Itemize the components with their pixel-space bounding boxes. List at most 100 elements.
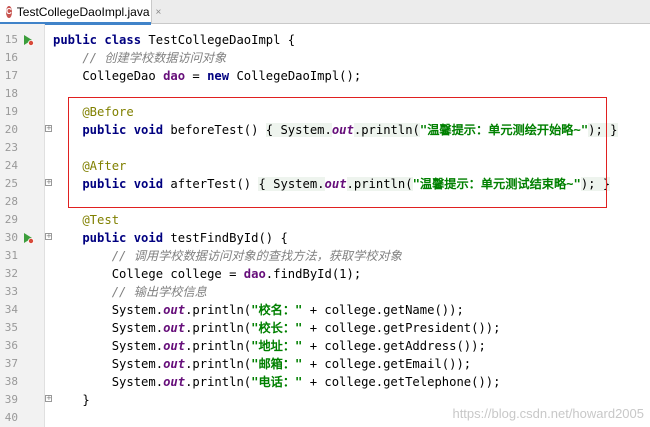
code-token: "电话：" bbox=[251, 375, 303, 389]
code-token: out bbox=[163, 339, 186, 353]
code-line[interactable]: 33 // 输出学校信息 bbox=[0, 283, 650, 301]
line-number: 37 bbox=[4, 357, 18, 370]
code-line[interactable]: 24 @After bbox=[0, 157, 650, 175]
watermark: https://blog.csdn.net/howard2005 bbox=[452, 406, 644, 421]
code-token: @Test bbox=[53, 213, 120, 227]
tab-label: TestCollegeDaoImpl.java bbox=[16, 5, 150, 19]
code-token: "校名：" bbox=[251, 303, 303, 317]
code-token: .println( bbox=[185, 375, 252, 389]
line-number: 31 bbox=[4, 249, 18, 262]
code-token: + college.getTelephone()); bbox=[302, 375, 501, 389]
code-token: + college.getPresident()); bbox=[302, 321, 501, 335]
code-token: out bbox=[324, 177, 347, 191]
code-token: out bbox=[163, 357, 186, 371]
code-token: // 调用学校数据访问对象的查找方法，获取学校对象 bbox=[53, 249, 402, 263]
code-token: .println( bbox=[185, 357, 252, 371]
code-text: System.out.println("邮箱：" + college.getEm… bbox=[53, 355, 471, 373]
code-token: public class bbox=[53, 33, 149, 47]
code-text: public class TestCollegeDaoImpl { bbox=[53, 31, 295, 49]
line-number: 39 bbox=[4, 393, 18, 406]
tab-test-college-dao-impl[interactable]: C TestCollegeDaoImpl.java × bbox=[0, 0, 161, 25]
code-text: public void afterTest() { System.out.pri… bbox=[53, 175, 611, 193]
line-number: 33 bbox=[4, 285, 18, 298]
code-token: dao bbox=[163, 69, 186, 83]
line-number: 19 bbox=[4, 105, 18, 118]
code-text: System.out.println("地址：" + college.getAd… bbox=[53, 337, 486, 355]
code-line[interactable]: 35 System.out.println("校长：" + college.ge… bbox=[0, 319, 650, 337]
code-editor[interactable]: 15 public class TestCollegeDaoImpl {16 //… bbox=[0, 24, 650, 427]
code-text: System.out.println("电话：" + college.getTe… bbox=[53, 373, 501, 391]
code-text: public void beforeTest() { System.out.pr… bbox=[53, 121, 618, 139]
code-token: System. bbox=[53, 357, 164, 371]
fold-toggle-icon[interactable]: + bbox=[45, 233, 52, 240]
code-text: System.out.println("校名：" + college.getNa… bbox=[53, 301, 464, 319]
code-line[interactable]: 16 // 创建学校数据访问对象 bbox=[0, 49, 650, 67]
code-token: { System. bbox=[258, 177, 325, 191]
code-line[interactable]: 19 @Before bbox=[0, 103, 650, 121]
line-number: 30 bbox=[4, 231, 18, 244]
code-line[interactable]: 29 @Test bbox=[0, 211, 650, 229]
code-line[interactable]: 37 System.out.println("邮箱：" + college.ge… bbox=[0, 355, 650, 373]
code-text: @Before bbox=[53, 103, 133, 121]
code-token: testFindById() { bbox=[170, 231, 288, 245]
code-token: System. bbox=[53, 303, 164, 317]
code-token: CollegeDaoImpl(); bbox=[236, 69, 362, 83]
code-token: public void bbox=[53, 177, 171, 191]
line-number: 23 bbox=[4, 141, 18, 154]
code-text: System.out.println("校长：" + college.getPr… bbox=[53, 319, 501, 337]
fold-toggle-icon[interactable]: + bbox=[45, 125, 52, 132]
close-icon[interactable]: × bbox=[156, 7, 162, 18]
run-icon[interactable] bbox=[22, 232, 34, 244]
code-token: ); } bbox=[580, 177, 611, 191]
line-number: 29 bbox=[4, 213, 18, 226]
code-token: .println( bbox=[185, 303, 252, 317]
code-line[interactable]: 30 + public void testFindById() { bbox=[0, 229, 650, 247]
code-token: "校长：" bbox=[251, 321, 303, 335]
code-line[interactable]: 15 public class TestCollegeDaoImpl { bbox=[0, 31, 650, 49]
code-token: // 创建学校数据访问对象 bbox=[53, 51, 227, 65]
code-token: + college.getAddress()); bbox=[302, 339, 486, 353]
code-token: .println( bbox=[185, 321, 252, 335]
code-token: out bbox=[331, 123, 354, 137]
line-number: 34 bbox=[4, 303, 18, 316]
code-token: College college = bbox=[53, 267, 244, 281]
code-line[interactable]: 18 bbox=[0, 85, 650, 103]
code-text: // 调用学校数据访问对象的查找方法，获取学校对象 bbox=[53, 247, 402, 265]
code-token: .println( bbox=[185, 339, 252, 353]
code-token: + college.getEmail()); bbox=[302, 357, 472, 371]
code-token: public void bbox=[53, 123, 171, 137]
code-line[interactable]: 38 System.out.println("电话：" + college.ge… bbox=[0, 373, 650, 391]
fold-toggle-icon[interactable]: + bbox=[45, 179, 52, 186]
code-line[interactable]: 20 + public void beforeTest() { System.ou… bbox=[0, 121, 650, 139]
code-line[interactable]: 36 System.out.println("地址：" + college.ge… bbox=[0, 337, 650, 355]
code-line[interactable]: 28 bbox=[0, 193, 650, 211]
code-token: ); } bbox=[588, 123, 618, 137]
code-token: beforeTest() bbox=[170, 123, 266, 137]
code-token: System. bbox=[53, 375, 164, 389]
code-line[interactable]: 32 College college = dao.findById(1); bbox=[0, 265, 650, 283]
code-token: + college.getName()); bbox=[302, 303, 464, 317]
code-line[interactable]: 31 // 调用学校数据访问对象的查找方法，获取学校对象 bbox=[0, 247, 650, 265]
code-token: afterTest() bbox=[170, 177, 259, 191]
line-number: 36 bbox=[4, 339, 18, 352]
code-line[interactable]: 17 CollegeDao dao = new CollegeDaoImpl()… bbox=[0, 67, 650, 85]
code-token: } bbox=[53, 393, 90, 407]
code-line[interactable]: 25 + public void afterTest() { System.out… bbox=[0, 175, 650, 193]
code-token: System. bbox=[53, 339, 164, 353]
code-token: out bbox=[163, 321, 186, 335]
line-number: 35 bbox=[4, 321, 18, 334]
code-token: // 输出学校信息 bbox=[53, 285, 207, 299]
code-text: // 创建学校数据访问对象 bbox=[53, 49, 226, 67]
code-token: System. bbox=[53, 321, 164, 335]
run-icon[interactable] bbox=[22, 34, 34, 46]
code-token: out bbox=[163, 303, 186, 317]
code-token: TestCollegeDaoImpl { bbox=[148, 33, 296, 47]
line-number: 24 bbox=[4, 159, 18, 172]
line-number: 40 bbox=[4, 411, 18, 424]
fold-toggle-icon[interactable]: + bbox=[45, 395, 52, 402]
code-token: "温馨提示：单元测试结束略~" bbox=[412, 177, 581, 191]
code-line[interactable]: 34 System.out.println("校名：" + college.ge… bbox=[0, 301, 650, 319]
code-token: .println( bbox=[353, 123, 420, 137]
code-line[interactable]: 23 bbox=[0, 139, 650, 157]
code-token: @After bbox=[53, 159, 127, 173]
